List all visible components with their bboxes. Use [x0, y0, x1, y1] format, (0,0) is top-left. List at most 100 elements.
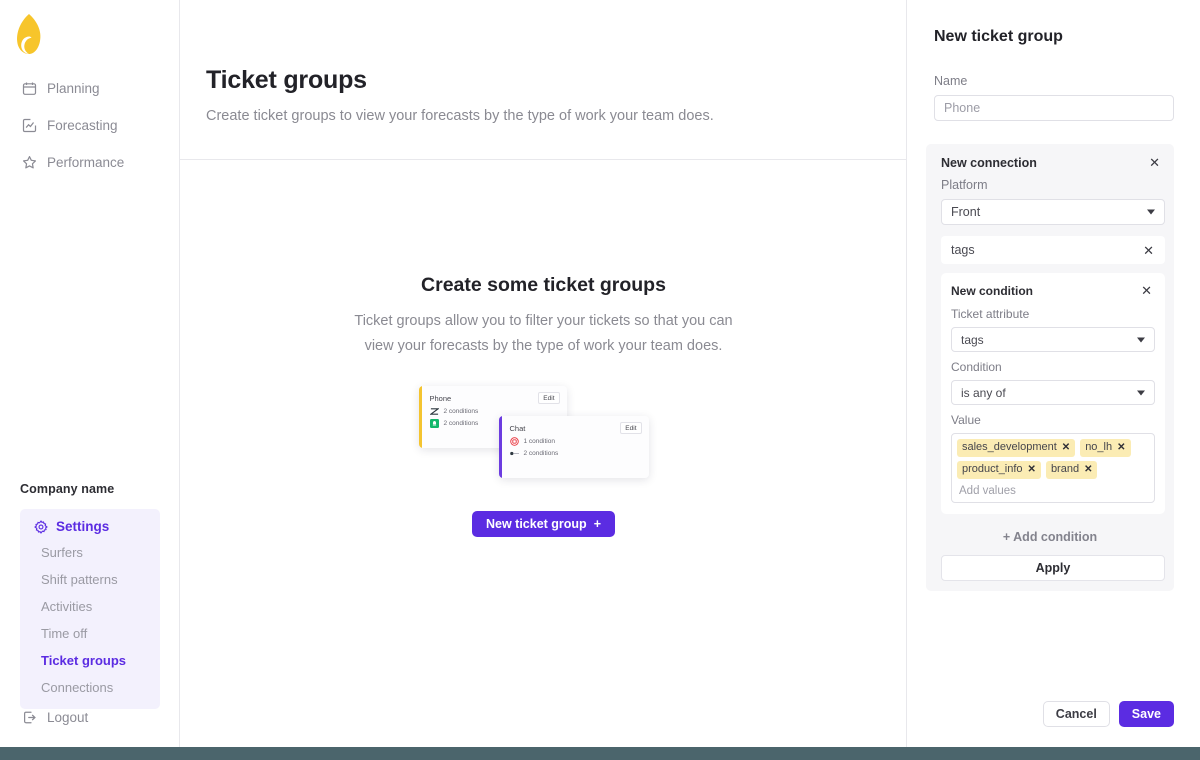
add-condition-label: Add condition: [1013, 530, 1098, 544]
primary-nav: Planning Forecasting Performance: [0, 70, 180, 181]
leaf-logo-icon[interactable]: [16, 14, 42, 54]
condition-title: New condition: [951, 283, 1033, 298]
company-name: Company name: [20, 482, 115, 496]
condition-label: Condition: [951, 360, 1002, 374]
add-values-placeholder[interactable]: Add values: [957, 483, 1149, 498]
settings-section: Settings Surfers Shift patterns Activiti…: [20, 509, 160, 709]
close-icon[interactable]: ✕: [1028, 463, 1036, 476]
illustration-edit-button[interactable]: Edit: [620, 422, 642, 434]
ticket-attribute-select[interactable]: tags: [951, 327, 1155, 352]
attribute-chip-tags[interactable]: tags ✕: [941, 236, 1165, 264]
illustration-row-label: 2 conditions: [523, 450, 559, 457]
close-icon[interactable]: ✕: [1117, 441, 1125, 454]
new-ticket-group-label: New ticket group: [485, 517, 587, 531]
forecast-chart-icon: [22, 118, 37, 133]
empty-state-description: Ticket groups allow you to filter your t…: [354, 313, 733, 354]
plus-icon: +: [593, 517, 602, 531]
save-button[interactable]: Save: [1118, 701, 1174, 727]
settings-label: Settings: [56, 519, 110, 534]
sidebar-item-forecasting[interactable]: Forecasting: [0, 107, 180, 144]
condition-header: New condition ✕: [951, 282, 1155, 299]
value-chip-label: product_info: [962, 463, 1023, 475]
ticket-attribute-value: tags: [961, 332, 984, 347]
close-icon[interactable]: ✕: [1138, 282, 1155, 299]
sidebar-item-ticket-groups[interactable]: Ticket groups: [20, 647, 160, 674]
illustration-card-name: Phone: [429, 393, 452, 403]
front-icon: [429, 419, 439, 428]
page-title: Ticket groups: [206, 66, 367, 94]
new-condition-card: New condition ✕ Ticket attribute tags Co…: [941, 273, 1165, 514]
platform-label: Platform: [941, 178, 988, 192]
sidebar-item-planning[interactable]: Planning: [0, 70, 180, 107]
panel-footer: Cancel Save: [1042, 701, 1174, 727]
star-icon: [22, 155, 37, 170]
logout-button[interactable]: Logout: [22, 710, 88, 725]
zendesk-icon: [429, 407, 439, 416]
calendar-icon: [22, 81, 37, 96]
toggle-icon: [509, 449, 519, 458]
close-icon[interactable]: ✕: [1084, 463, 1092, 476]
close-icon[interactable]: ✕: [1140, 242, 1157, 259]
main-content: Ticket groups Create ticket groups to vi…: [180, 0, 907, 747]
value-chip[interactable]: no_lh ✕: [1080, 439, 1131, 457]
gear-icon: [34, 519, 48, 534]
panel-title: New ticket group: [934, 28, 1063, 45]
platform-select-value: Front: [951, 205, 981, 219]
condition-select[interactable]: is any of: [951, 380, 1155, 405]
illustration-row-label: 1 condition: [523, 438, 555, 445]
page-subtitle: Create ticket groups to view your foreca…: [206, 108, 714, 124]
sidebar-item-shift-patterns[interactable]: Shift patterns: [20, 566, 160, 593]
card-accent-bar: [418, 386, 422, 448]
sidebar-item-label: Performance: [47, 155, 125, 170]
chevron-down-icon: [1147, 209, 1155, 215]
add-condition-button[interactable]: + Add condition: [935, 530, 1165, 544]
name-input[interactable]: [934, 95, 1174, 121]
platform-select[interactable]: Front: [941, 199, 1165, 225]
illustration-edit-button[interactable]: Edit: [538, 392, 560, 404]
sidebar-item-settings[interactable]: Settings: [20, 515, 160, 539]
ticket-group-illustration: Phone Edit 2 conditions 2 conditions Cha…: [418, 386, 669, 481]
empty-state: Create some ticket groups Ticket groups …: [180, 160, 907, 747]
value-label: Value: [951, 413, 981, 427]
attribute-chip-label: tags: [951, 243, 975, 257]
card-accent-bar: [498, 416, 502, 478]
value-chip-label: no_lh: [1085, 441, 1113, 453]
illustration-row-label: 2 conditions: [443, 408, 479, 415]
sidebar-item-performance[interactable]: Performance: [0, 144, 180, 181]
sidebar-item-label: Planning: [47, 81, 100, 96]
chevron-down-icon: [1137, 337, 1145, 342]
intercom-icon: [509, 437, 519, 446]
sidebar-item-surfers[interactable]: Surfers: [20, 539, 160, 566]
condition-select-value: is any of: [961, 385, 1006, 400]
logout-label: Logout: [47, 710, 89, 725]
illustration-row-label: 2 conditions: [443, 420, 479, 427]
logout-icon: [22, 710, 37, 725]
page-header: Ticket groups Create ticket groups to vi…: [180, 0, 906, 160]
illustration-card-name: Chat: [509, 423, 526, 433]
close-icon[interactable]: ✕: [1146, 154, 1163, 171]
value-chip[interactable]: brand ✕: [1045, 461, 1098, 479]
name-label: Name: [934, 74, 968, 88]
sidebar-item-connections[interactable]: Connections: [20, 674, 160, 701]
sidebar-item-activities[interactable]: Activities: [20, 593, 160, 620]
value-chip[interactable]: sales_development ✕: [957, 439, 1076, 457]
illustration-card-chat: Chat Edit 1 condition 2 conditions: [498, 416, 649, 478]
app-root: Planning Forecasting Performance Company…: [0, 0, 1200, 760]
value-multiselect[interactable]: sales_development ✕ no_lh ✕ product_info…: [951, 433, 1155, 503]
apply-button[interactable]: Apply: [941, 555, 1165, 581]
value-chip-label: brand: [1050, 463, 1080, 475]
empty-state-title: Create some ticket groups: [421, 274, 666, 296]
sidebar-item-time-off[interactable]: Time off: [20, 620, 160, 647]
sidebar: Planning Forecasting Performance Company…: [0, 0, 180, 747]
value-chip[interactable]: product_info ✕: [957, 461, 1041, 479]
cancel-button[interactable]: Cancel: [1042, 701, 1110, 727]
name-field-group: Name: [934, 74, 1174, 121]
new-connection-card: New connection ✕ Platform Front tags ✕ N…: [926, 144, 1174, 591]
footer-bar: [0, 747, 1200, 760]
sidebar-item-label: Forecasting: [47, 118, 118, 133]
close-icon[interactable]: ✕: [1062, 441, 1070, 454]
connection-header: New connection ✕: [935, 154, 1165, 171]
new-ticket-group-button[interactable]: New ticket group +: [471, 511, 616, 537]
value-chip-label: sales_development: [962, 441, 1057, 453]
connection-title: New connection: [941, 155, 1037, 170]
